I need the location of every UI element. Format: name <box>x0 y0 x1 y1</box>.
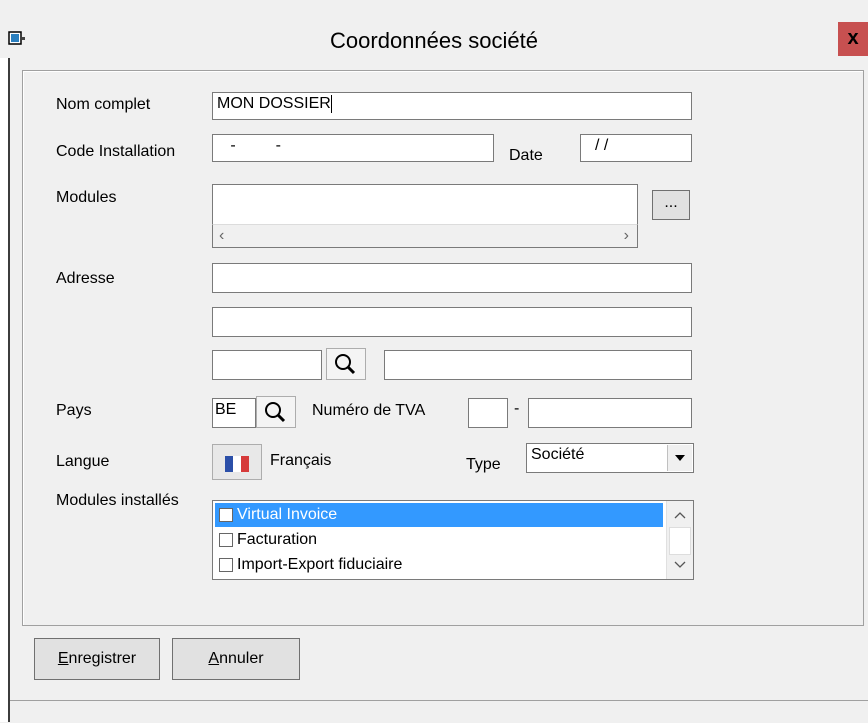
modules-browse-button[interactable]: ... <box>652 190 690 220</box>
cancel-label: nnuler <box>219 650 264 667</box>
modules-field[interactable] <box>212 184 638 226</box>
text-caret <box>330 95 332 113</box>
checkbox[interactable] <box>219 558 233 572</box>
tva-label: Numéro de TVA <box>312 402 426 419</box>
modules-installes-label: Modules installés <box>56 492 179 509</box>
pays-input[interactable]: BE <box>212 398 256 428</box>
save-button[interactable]: Enregistrer <box>34 638 160 680</box>
langue-value: Français <box>270 452 332 469</box>
checkbox[interactable] <box>219 508 233 522</box>
nom-complet-label: Nom complet <box>56 96 151 113</box>
adresse-line1-input[interactable] <box>212 263 692 293</box>
tva-prefix-input[interactable] <box>468 398 508 428</box>
code-installation-label: Code Installation <box>56 143 176 160</box>
langue-flag-button[interactable] <box>212 444 262 480</box>
list-item[interactable]: Import-Export fiduciaire <box>215 553 663 577</box>
scroll-down-icon[interactable] <box>674 561 686 569</box>
scroll-left-icon[interactable]: ‹ <box>219 227 224 245</box>
save-accelerator: E <box>57 650 69 667</box>
langue-label: Langue <box>56 453 110 470</box>
dropdown-arrow-icon[interactable] <box>667 445 692 471</box>
checkbox[interactable] <box>219 533 233 547</box>
modules-installes-list[interactable]: Virtual Invoice Facturation Import-Expor… <box>212 500 694 580</box>
scroll-up-icon[interactable] <box>674 511 686 519</box>
window-title: Coordonnées société <box>330 28 538 53</box>
code-installation-input[interactable]: - - <box>212 134 494 162</box>
search-icon <box>265 402 286 423</box>
type-label: Type <box>466 456 501 473</box>
save-label: nregistrer <box>68 650 137 667</box>
type-value: Société <box>531 446 585 463</box>
window-frame-line <box>8 58 10 722</box>
localite-input[interactable] <box>384 350 692 380</box>
list-item[interactable]: Facturation <box>215 528 663 552</box>
list-item[interactable]: Virtual Invoice <box>215 503 663 527</box>
scroll-thumb[interactable] <box>669 527 691 555</box>
code-postal-input[interactable] <box>212 350 322 380</box>
search-icon <box>335 354 356 375</box>
nom-complet-value: MON DOSSIER <box>217 95 331 113</box>
nom-complet-input[interactable]: MON DOSSIER <box>212 92 692 120</box>
pays-search-button[interactable] <box>256 396 296 428</box>
type-select[interactable]: Société <box>526 443 694 473</box>
scroll-right-icon[interactable]: › <box>624 227 629 245</box>
tva-separator: - <box>514 400 520 417</box>
postal-search-button[interactable] <box>326 348 366 380</box>
adresse-label: Adresse <box>56 270 115 287</box>
cancel-button[interactable]: Annuler <box>172 638 300 680</box>
date-input[interactable]: / / <box>580 134 692 162</box>
modules-label: Modules <box>56 189 117 206</box>
cancel-accelerator: A <box>208 650 220 667</box>
list-item-label: Import-Export fiduciaire <box>237 556 403 573</box>
modules-hscrollbar[interactable]: ‹ › <box>212 224 638 248</box>
adresse-line2-input[interactable] <box>212 307 692 337</box>
tva-number-input[interactable] <box>528 398 692 428</box>
list-item-label: Virtual Invoice <box>237 506 338 523</box>
window-frame <box>0 58 8 722</box>
pays-label: Pays <box>56 402 92 419</box>
close-button[interactable]: x <box>838 22 868 56</box>
french-flag-icon <box>225 456 249 472</box>
list-vscrollbar[interactable] <box>666 501 693 579</box>
date-label: Date <box>509 147 543 164</box>
list-item-label: Facturation <box>237 531 318 548</box>
status-bar <box>10 700 868 723</box>
title-bar: Coordonnées société x <box>0 0 868 58</box>
